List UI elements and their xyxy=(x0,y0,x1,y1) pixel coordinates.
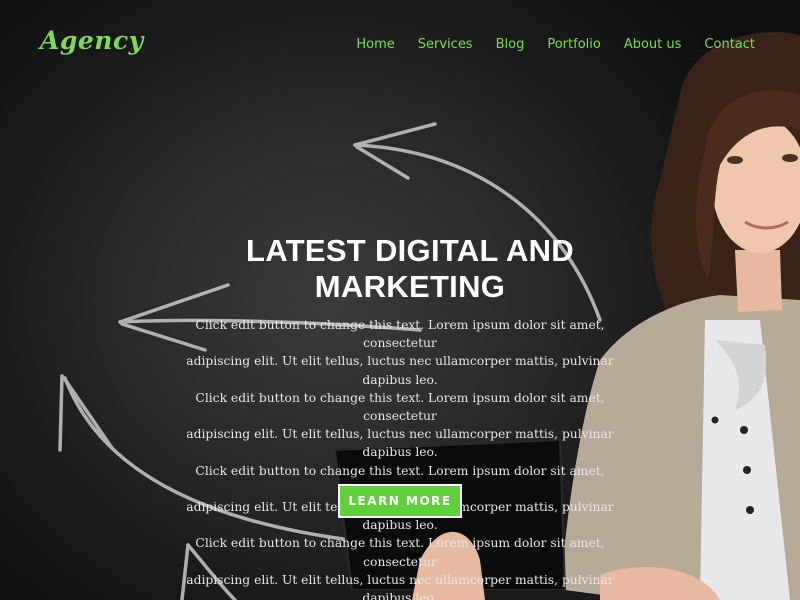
learn-more-button[interactable]: LEARN MORE xyxy=(338,484,462,518)
hero-headline-line2: MARKETING xyxy=(314,269,506,304)
nav-item-blog[interactable]: Blog xyxy=(496,37,525,52)
hero-headline-line1: LATEST DIGITAL AND xyxy=(245,233,574,268)
nav-item-home[interactable]: Home xyxy=(356,37,394,52)
hero-section: Agency Home Services Blog Portfolio Abou… xyxy=(0,0,800,600)
nav-item-portfolio[interactable]: Portfolio xyxy=(547,37,600,52)
hero-body-text: Click edit button to change this text. L… xyxy=(160,316,640,600)
main-nav: Home Services Blog Portfolio About us Co… xyxy=(333,37,755,52)
hero-headline: LATEST DIGITAL AND MARKETING xyxy=(160,233,660,305)
hero-body-line: Click edit button to change this text. L… xyxy=(195,390,605,424)
hero-body-line: Click edit button to change this text. L… xyxy=(195,318,605,351)
nav-item-services[interactable]: Services xyxy=(418,37,473,52)
brand-logo[interactable]: Agency xyxy=(40,26,144,55)
nav-item-contact[interactable]: Contact xyxy=(704,37,755,52)
hero-body-line: adipiscing elit. Ut elit tellus, luctus … xyxy=(186,427,614,460)
nav-item-about-us[interactable]: About us xyxy=(624,37,682,52)
hero-body-line: Click edit button to change this text. L… xyxy=(195,536,605,569)
hero-body-line: adipiscing elit. Ut elit tellus, luctus … xyxy=(186,572,614,600)
hero-body-line: adipiscing elit. Ut elit tellus, luctus … xyxy=(186,354,614,387)
